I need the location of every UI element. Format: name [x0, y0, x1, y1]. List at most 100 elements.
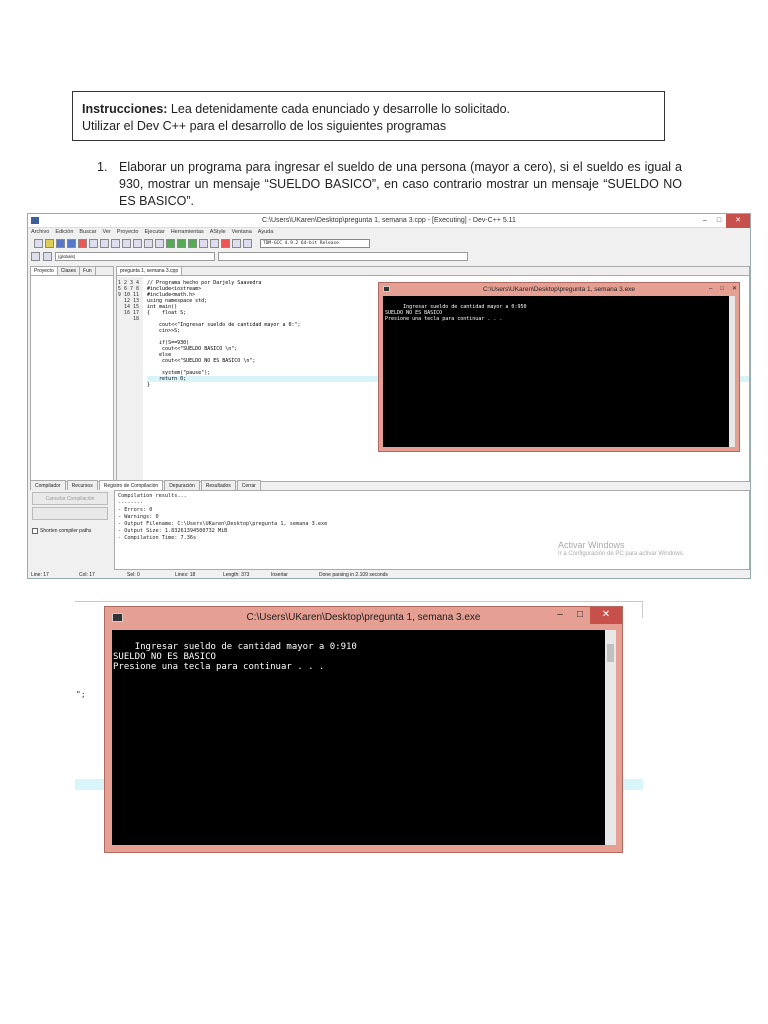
console-small-output: Ingresar sueldo de cantidad mayor a 0:95… [383, 296, 735, 447]
console-large-scrollbar[interactable]: ▲ [605, 630, 616, 845]
close-file-icon[interactable] [78, 239, 87, 248]
checkbox-icon[interactable] [32, 528, 38, 534]
minimize-icon[interactable]: – [698, 214, 712, 228]
print-icon[interactable] [89, 239, 98, 248]
blank-button [32, 507, 108, 520]
ide-window-buttons: – □ ✕ [698, 214, 750, 228]
unindent-icon[interactable] [155, 239, 164, 248]
instructions-box: Instrucciones: Lea detenidamente cada en… [72, 91, 665, 141]
undo-icon[interactable] [100, 239, 109, 248]
open-file-icon[interactable] [45, 239, 54, 248]
scroll-thumb[interactable] [607, 644, 614, 662]
ide-titlebar: C:\Users\UKaren\Desktop\pregunta 1, sema… [28, 214, 750, 228]
minimize-icon[interactable]: – [550, 607, 570, 624]
menu-ayuda[interactable]: Ayuda [258, 228, 274, 237]
status-parse: Done parsing in 2.109 seconds [319, 572, 388, 578]
compile-run-icon[interactable] [188, 239, 197, 248]
chart-icon[interactable] [232, 239, 241, 248]
check-syntax-icon[interactable] [210, 239, 219, 248]
menu-astyle[interactable]: AStyle [210, 228, 226, 237]
menu-proyecto[interactable]: Proyecto [117, 228, 139, 237]
maximize-icon[interactable]: □ [570, 607, 590, 624]
tab-registro[interactable]: Registro de Compilación [98, 480, 164, 490]
replace-icon[interactable] [133, 239, 142, 248]
new-file-icon[interactable] [34, 239, 43, 248]
tab-recursos[interactable]: Recursos [66, 480, 98, 490]
maximize-icon[interactable]: □ [712, 214, 726, 228]
tab-cerrar[interactable]: Cerrar [236, 480, 261, 490]
stray-code-fragment: "; [76, 690, 86, 699]
project-panel: Proyecto Clases Fun [30, 266, 114, 482]
menu-edicion[interactable]: Edición [55, 228, 73, 237]
devcpp-window: C:\Users\UKaren\Desktop\pregunta 1, sema… [27, 213, 751, 579]
redo-icon[interactable] [111, 239, 120, 248]
tab-fun[interactable]: Fun [80, 267, 96, 275]
project-tabs: Proyecto Clases Fun [31, 267, 113, 276]
tab-depuracion[interactable]: Depuración [164, 480, 200, 490]
source-code[interactable]: // Programa hecho por Darjely Saavedra #… [147, 280, 301, 388]
exercise-number: 1. [97, 160, 108, 174]
instructions-line-1: Instrucciones: Lea detenidamente cada en… [82, 102, 511, 116]
maximize-icon[interactable]: □ [720, 283, 724, 296]
tab-clases[interactable]: Clases [58, 267, 81, 275]
console-small-titlebar: C:\Users\UKaren\Desktop\pregunta 1, sema… [379, 283, 739, 296]
console-small-buttons: – □ ✕ [709, 283, 737, 296]
save-icon[interactable] [56, 239, 65, 248]
minimize-icon[interactable]: – [709, 283, 712, 296]
scope-select[interactable]: (globals) [55, 252, 215, 261]
indent-icon[interactable] [144, 239, 153, 248]
console-icon [112, 613, 123, 622]
compiler-select[interactable]: TDM-GCC 4.9.2 64-bit Release [260, 239, 370, 248]
console-large-titlebar: C:\Users\UKaren\Desktop\pregunta 1, sema… [105, 607, 622, 630]
editor-tabs: pregunta 1, semana 3.cpp [117, 267, 749, 276]
goto-icon[interactable] [43, 252, 52, 261]
bottom-panel-tabs: Compilador Recursos Registro de Compilac… [30, 480, 750, 490]
status-length: Length: 373 [223, 572, 250, 578]
rebuild-icon[interactable] [199, 239, 208, 248]
shorten-paths-checkbox[interactable]: Shorten compiler paths [32, 528, 108, 534]
close-icon[interactable]: ✕ [590, 607, 622, 624]
ide-title: C:\Users\UKaren\Desktop\pregunta 1, sema… [262, 217, 516, 224]
find-icon[interactable] [122, 239, 131, 248]
ide-toolbar: TDM-GCC 4.9.2 64-bit Release [28, 237, 750, 250]
compile-controls: Cancelar Compilación Shorten compiler pa… [30, 490, 110, 570]
console-large-output: Ingresar sueldo de cantidad mayor a 0:91… [112, 630, 616, 845]
bookmark-icon[interactable] [31, 252, 40, 261]
console-window-small: C:\Users\UKaren\Desktop\pregunta 1, sema… [378, 282, 740, 452]
abort-compilation-button[interactable]: Cancelar Compilación [32, 492, 108, 505]
line-numbers: 1 2 3 4 5 6 7 8 9 10 11 12 13 14 15 16 1… [117, 277, 143, 481]
menu-archivo[interactable]: Archivo [31, 228, 49, 237]
tab-resultados[interactable]: Resultados [200, 480, 236, 490]
console-large-title: C:\Users\UKaren\Desktop\pregunta 1, sema… [246, 612, 481, 623]
close-icon[interactable]: ✕ [726, 214, 750, 228]
instructions-label: Instrucciones: [82, 102, 168, 116]
ide-menubar: Archivo Edición Buscar Ver Proyecto Ejec… [28, 228, 750, 237]
stop-icon[interactable] [221, 239, 230, 248]
status-mode: Insertar [271, 572, 288, 578]
tab-compilador[interactable]: Compilador [30, 480, 66, 490]
menu-ventana[interactable]: Ventana [232, 228, 252, 237]
compile-icon[interactable] [166, 239, 175, 248]
menu-ejecutar[interactable]: Ejecutar [145, 228, 165, 237]
instructions-line-2: Utilizar el Dev C++ para el desarrollo d… [82, 119, 447, 133]
tab-proyecto[interactable]: Proyecto [31, 267, 58, 275]
menu-ver[interactable]: Ver [103, 228, 111, 237]
console-small-title: C:\Users\UKaren\Desktop\pregunta 1, sema… [482, 286, 636, 293]
console-window-large: C:\Users\UKaren\Desktop\pregunta 1, sema… [104, 606, 623, 853]
close-icon[interactable]: ✕ [732, 283, 737, 296]
ide-statusbar: Line: 17 Col: 17 Sel: 0 Lines: 18 Length… [28, 570, 750, 578]
status-col: Col: 17 [79, 572, 95, 578]
menu-herramientas[interactable]: Herramientas [171, 228, 204, 237]
tab-file[interactable]: pregunta 1, semana 3.cpp [117, 267, 183, 275]
console-icon [383, 286, 390, 292]
debug-icon[interactable] [243, 239, 252, 248]
menu-buscar[interactable]: Buscar [79, 228, 96, 237]
console-small-scrollbar[interactable] [729, 296, 735, 447]
status-sel: Sel: 0 [127, 572, 140, 578]
member-select[interactable] [218, 252, 468, 261]
save-all-icon[interactable] [67, 239, 76, 248]
activate-windows-watermark: Activar Windows Ir a Configuración de PC… [558, 540, 685, 557]
ide-toolbar-2: (globals) [28, 250, 750, 263]
run-icon[interactable] [177, 239, 186, 248]
exercise-item-1: 1. Elaborar un programa para ingresar el… [97, 159, 682, 210]
